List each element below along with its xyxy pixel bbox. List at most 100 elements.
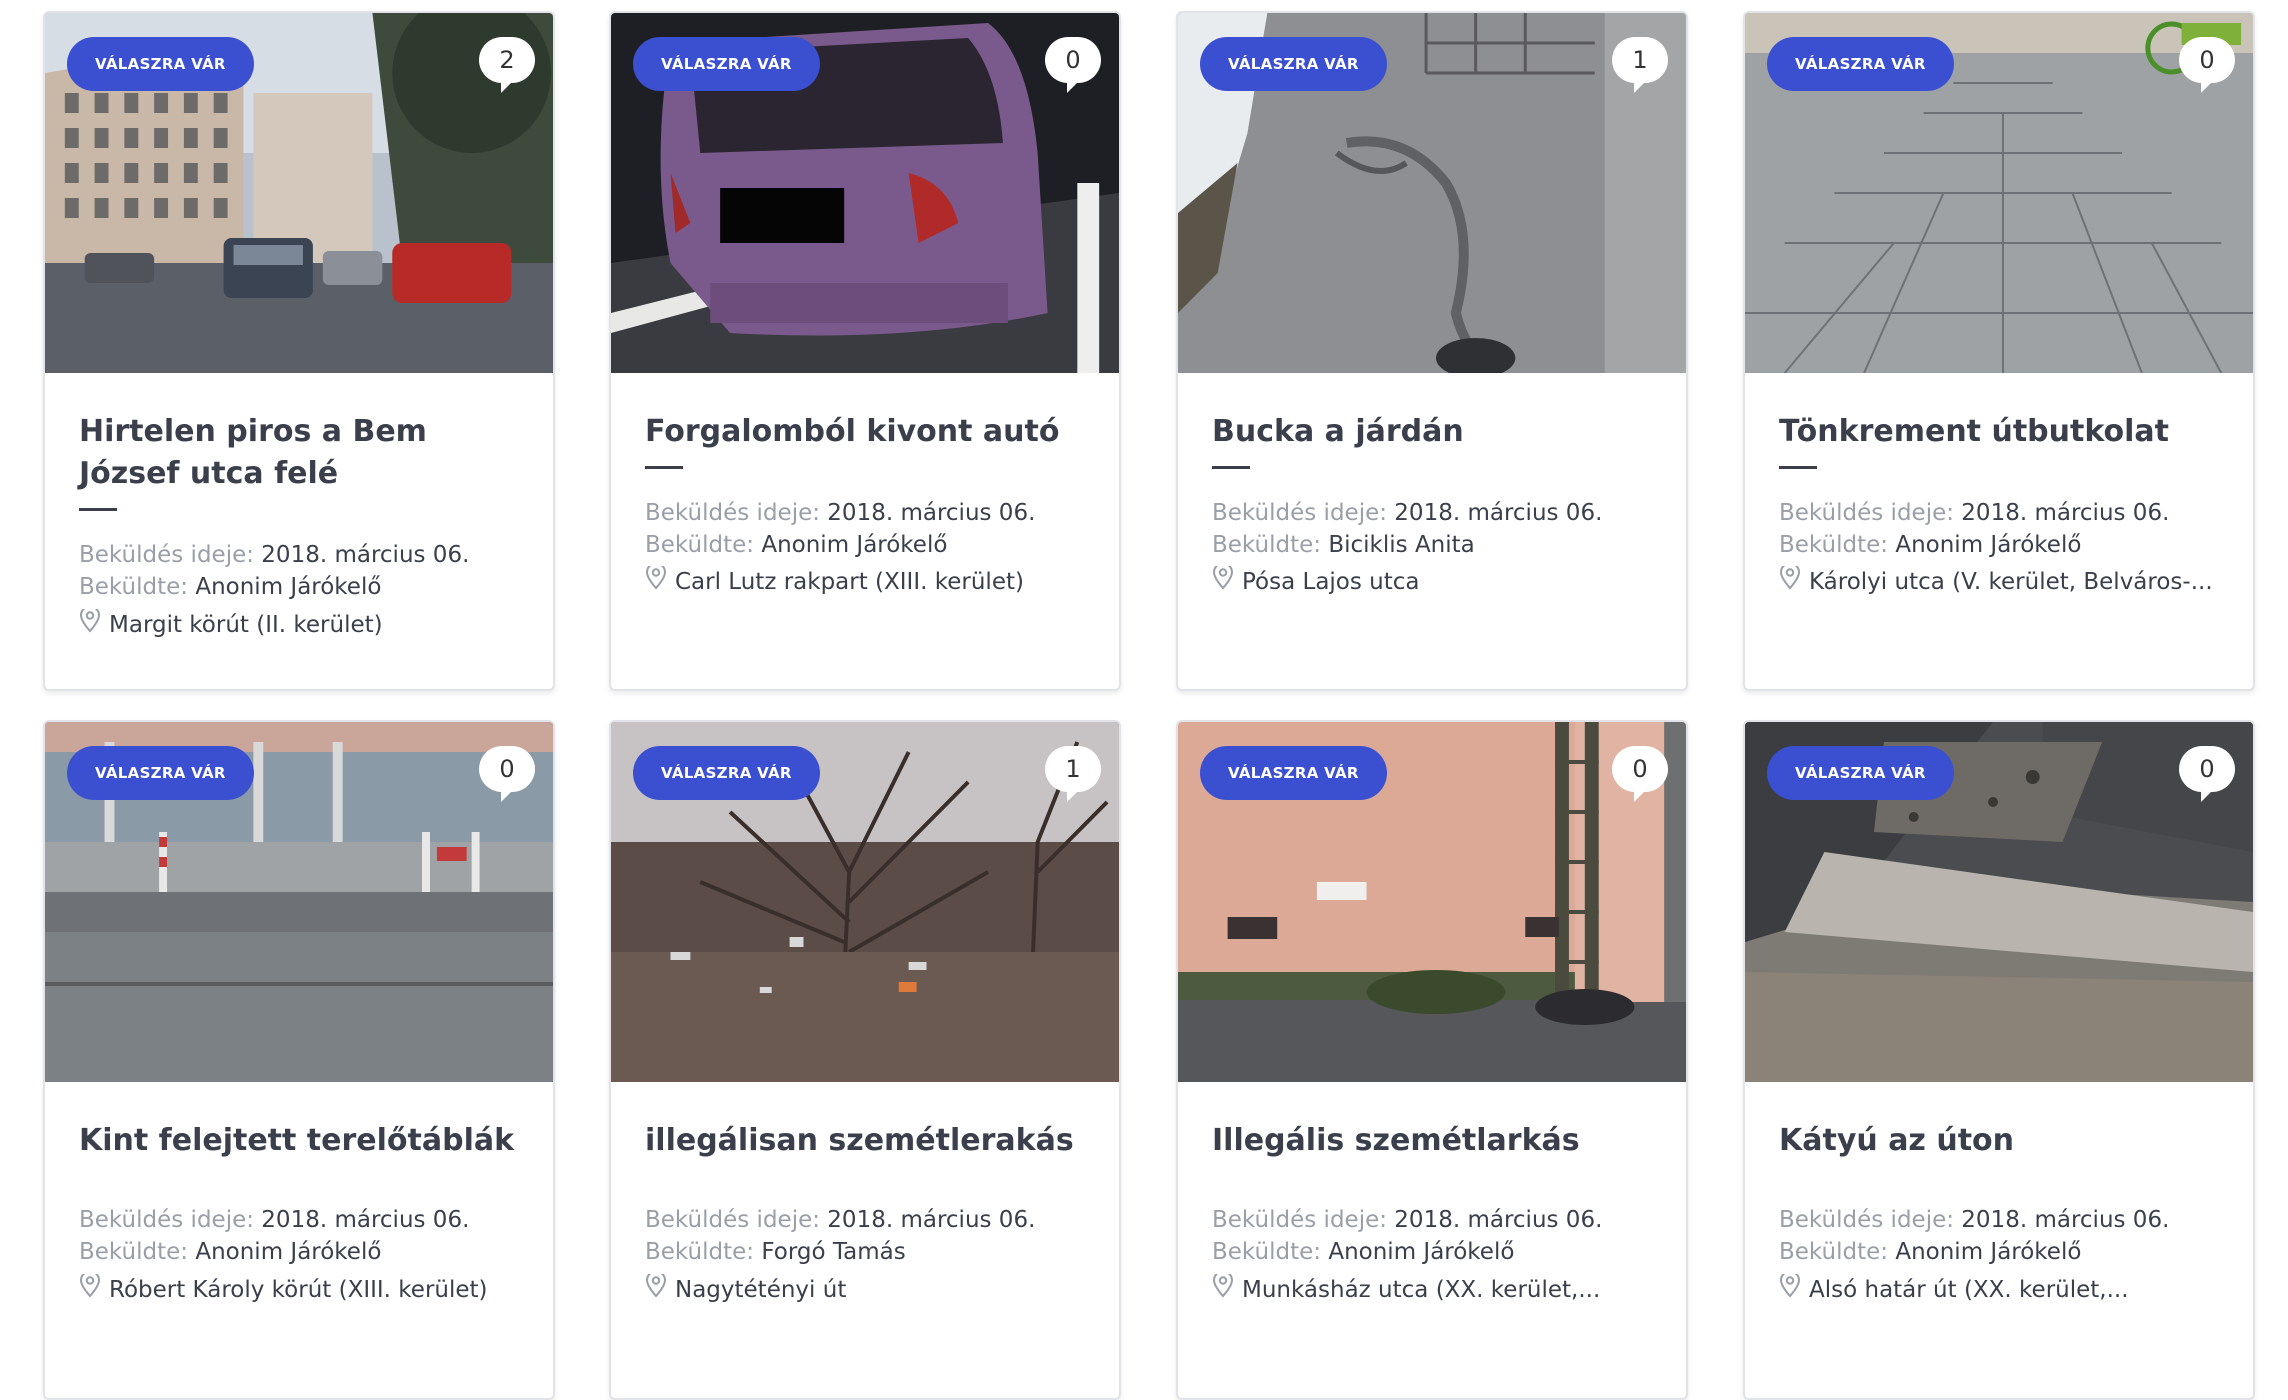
report-card[interactable]: VÁLASZRA VÁR 1 Bucka a járdán Beküldés i… <box>1176 11 1688 691</box>
submitted-by-label: Beküldte: <box>79 574 189 600</box>
report-location: Róbert Károly körút (XIII. kerület) <box>79 1274 539 1307</box>
report-photo[interactable]: VÁLASZRA VÁR 2 <box>45 13 553 373</box>
submitted-by-label: Beküldte: <box>645 1239 755 1265</box>
report-location: Pósa Lajos utca <box>1212 566 1672 599</box>
report-location-text: Alsó határ út (XX. kerület,... <box>1809 1277 2129 1303</box>
submitted-by-value: Forgó Tamás <box>761 1239 906 1265</box>
submitted-by: Beküldte: Anonim Járókelő <box>1212 1236 1672 1268</box>
submitted-by-value: Anonim Járókelő <box>195 1239 382 1265</box>
submitted-at: Beküldés ideje: 2018. március 06. <box>645 497 1105 529</box>
submitted-at-label: Beküldés ideje: <box>1212 500 1387 526</box>
report-location-text: Munkásház utca (XX. kerület,... <box>1242 1277 1601 1303</box>
submitted-at-label: Beküldés ideje: <box>1212 1207 1387 1233</box>
submitted-by-value: Anonim Járókelő <box>1328 1239 1515 1265</box>
title-divider <box>1779 466 1817 469</box>
report-title[interactable]: Tönkrement útbutkolat <box>1779 411 2219 453</box>
report-location-text: Károlyi utca (V. kerület, Belváros-... <box>1809 569 2213 595</box>
submitted-at-value: 2018. március 06. <box>827 1207 1036 1233</box>
submitted-by-label: Beküldte: <box>1779 532 1889 558</box>
submitted-by-label: Beküldte: <box>1779 1239 1889 1265</box>
submitted-by: Beküldte: Anonim Járókelő <box>79 1236 539 1268</box>
submitted-by-label: Beküldte: <box>1212 532 1322 558</box>
submitted-by-value: Anonim Járókelő <box>195 574 382 600</box>
submitted-at-label: Beküldés ideje: <box>1779 1207 1954 1233</box>
report-photo[interactable]: VÁLASZRA VÁR 0 <box>45 722 553 1082</box>
report-card[interactable]: VÁLASZRA VÁR 0 Tönkrement útbutkolat Bek… <box>1743 11 2255 691</box>
submitted-by: Beküldte: Anonim Járókelő <box>79 571 539 603</box>
submitted-at-value: 2018. március 06. <box>1394 500 1603 526</box>
submitted-at: Beküldés ideje: 2018. március 06. <box>1779 1204 2239 1236</box>
map-pin-icon <box>1212 1274 1234 1307</box>
comment-count-bubble: 1 <box>1045 746 1101 802</box>
comment-count-bubble: 0 <box>1612 746 1668 802</box>
submitted-at-label: Beküldés ideje: <box>645 500 820 526</box>
submitted-by-value: Biciklis Anita <box>1328 532 1475 558</box>
report-card[interactable]: VÁLASZRA VÁR 1 illegálisan szemétlerakás… <box>609 720 1121 1400</box>
report-location-text: Carl Lutz rakpart (XIII. kerület) <box>675 569 1024 595</box>
report-photo[interactable]: VÁLASZRA VÁR 1 <box>1178 13 1686 373</box>
report-card[interactable]: VÁLASZRA VÁR 2 Hirtelen piros a Bem Józs… <box>43 11 555 691</box>
submitted-at-value: 2018. március 06. <box>1394 1207 1603 1233</box>
report-title[interactable]: Bucka a járdán <box>1212 411 1652 453</box>
submitted-by: Beküldte: Anonim Járókelő <box>645 529 1105 561</box>
submitted-by-label: Beküldte: <box>79 1239 189 1265</box>
report-title[interactable]: Hirtelen piros a Bem József utca felé <box>79 411 519 495</box>
comment-count-bubble: 0 <box>2179 746 2235 802</box>
report-location: Munkásház utca (XX. kerület,... <box>1212 1274 1672 1307</box>
status-badge: VÁLASZRA VÁR <box>1200 37 1387 91</box>
map-pin-icon <box>1779 1274 1801 1307</box>
submitted-by: Beküldte: Anonim Járókelő <box>1779 529 2239 561</box>
report-photo[interactable]: VÁLASZRA VÁR 0 <box>1745 13 2253 373</box>
title-divider <box>1212 466 1250 469</box>
submitted-by-label: Beküldte: <box>1212 1239 1322 1265</box>
report-location-text: Margit körút (II. kerület) <box>109 612 383 638</box>
report-photo[interactable]: VÁLASZRA VÁR 1 <box>611 722 1119 1082</box>
map-pin-icon <box>645 566 667 599</box>
report-photo[interactable]: VÁLASZRA VÁR 0 <box>1745 722 2253 1082</box>
report-title[interactable]: Kint felejtett terelőtáblák <box>79 1120 519 1162</box>
submitted-at-value: 2018. március 06. <box>1961 1207 2170 1233</box>
map-pin-icon <box>645 1274 667 1307</box>
submitted-by-value: Anonim Járókelő <box>1895 532 2082 558</box>
comment-count-bubble: 0 <box>1045 37 1101 93</box>
map-pin-icon <box>79 1274 101 1307</box>
title-divider <box>79 508 117 511</box>
submitted-at: Beküldés ideje: 2018. március 06. <box>645 1204 1105 1236</box>
comment-count-bubble: 0 <box>479 746 535 802</box>
submitted-at-value: 2018. március 06. <box>261 542 470 568</box>
submitted-at-value: 2018. március 06. <box>827 500 1036 526</box>
submitted-at: Beküldés ideje: 2018. március 06. <box>1212 497 1672 529</box>
report-photo[interactable]: VÁLASZRA VÁR 0 <box>611 13 1119 373</box>
submitted-at-label: Beküldés ideje: <box>79 542 254 568</box>
report-location: Carl Lutz rakpart (XIII. kerület) <box>645 566 1105 599</box>
report-photo[interactable]: VÁLASZRA VÁR 0 <box>1178 722 1686 1082</box>
submitted-by: Beküldte: Forgó Tamás <box>645 1236 1105 1268</box>
submitted-at-label: Beküldés ideje: <box>79 1207 254 1233</box>
status-badge: VÁLASZRA VÁR <box>67 37 254 91</box>
report-card[interactable]: VÁLASZRA VÁR 0 Kátyú az úton Beküldés id… <box>1743 720 2255 1400</box>
submitted-at: Beküldés ideje: 2018. március 06. <box>1779 497 2239 529</box>
status-badge: VÁLASZRA VÁR <box>633 746 820 800</box>
report-title[interactable]: illegálisan szemétlerakás <box>645 1120 1085 1162</box>
report-card[interactable]: VÁLASZRA VÁR 0 Forgalomból kivont autó B… <box>609 11 1121 691</box>
submitted-by: Beküldte: Biciklis Anita <box>1212 529 1672 561</box>
submitted-at-value: 2018. március 06. <box>1961 500 2170 526</box>
report-title[interactable]: Illegális szemétlarkás <box>1212 1120 1652 1162</box>
report-title[interactable]: Kátyú az úton <box>1779 1120 2219 1162</box>
report-card[interactable]: VÁLASZRA VÁR 0 Kint felejtett terelőtábl… <box>43 720 555 1400</box>
comment-count-bubble: 1 <box>1612 37 1668 93</box>
status-badge: VÁLASZRA VÁR <box>67 746 254 800</box>
report-location-text: Nagytétényi út <box>675 1277 847 1303</box>
submitted-at: Beküldés ideje: 2018. március 06. <box>1212 1204 1672 1236</box>
status-badge: VÁLASZRA VÁR <box>633 37 820 91</box>
report-location-text: Pósa Lajos utca <box>1242 569 1420 595</box>
submitted-by-value: Anonim Járókelő <box>1895 1239 2082 1265</box>
map-pin-icon <box>1779 566 1801 599</box>
submitted-at-label: Beküldés ideje: <box>1779 500 1954 526</box>
submitted-at-label: Beküldés ideje: <box>645 1207 820 1233</box>
report-title[interactable]: Forgalomból kivont autó <box>645 411 1085 453</box>
submitted-at: Beküldés ideje: 2018. március 06. <box>79 539 539 571</box>
report-location: Nagytétényi út <box>645 1274 1105 1307</box>
report-location: Károlyi utca (V. kerület, Belváros-... <box>1779 566 2239 599</box>
report-card[interactable]: VÁLASZRA VÁR 0 Illegális szemétlarkás Be… <box>1176 720 1688 1400</box>
